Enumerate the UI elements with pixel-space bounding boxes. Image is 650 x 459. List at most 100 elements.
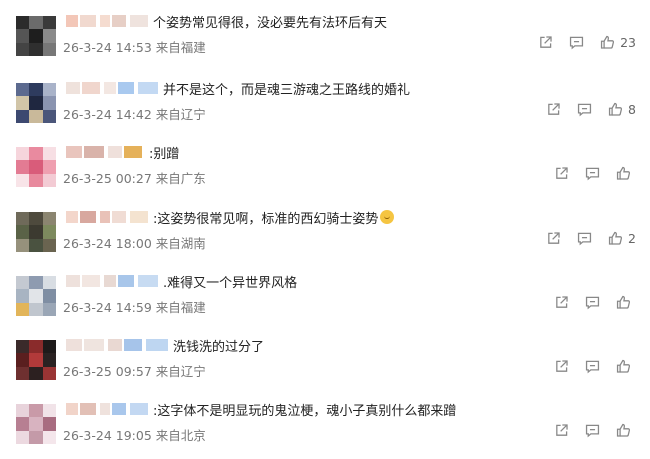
- reply-button[interactable]: [584, 294, 601, 311]
- comment-location: 来自广东: [155, 171, 206, 186]
- comment-time: 26-3-25 09:57: [63, 364, 152, 379]
- reply-icon: [576, 101, 593, 118]
- like-button[interactable]: 23: [599, 34, 636, 51]
- comment-actions: [553, 294, 636, 311]
- reply-button[interactable]: [584, 422, 601, 439]
- comment-text: :这字体不是明显玩的鬼泣梗，魂小子真别什么都来蹭: [153, 403, 457, 419]
- reply-icon: [568, 34, 585, 51]
- share-button[interactable]: [553, 294, 570, 311]
- share-button[interactable]: [545, 230, 562, 247]
- smile-emoji-icon: [380, 210, 395, 224]
- comment-actions: [553, 422, 636, 439]
- comment-time: 26-3-24 14:53: [63, 40, 152, 55]
- comment-item: :别蹭 26-3-25 00:27 来自广东: [0, 135, 650, 199]
- comment-text: :别蹭: [149, 146, 180, 162]
- blurred-username[interactable]: [66, 146, 146, 158]
- blurred-username[interactable]: [66, 211, 150, 223]
- comment-text: 并不是这个，而是魂三游魂之王路线的婚礼: [163, 82, 411, 98]
- share-button[interactable]: [537, 34, 554, 51]
- comment-actions: [553, 165, 636, 182]
- reply-button[interactable]: [576, 230, 593, 247]
- avatar[interactable]: [16, 212, 56, 252]
- share-icon: [545, 230, 562, 247]
- reply-button[interactable]: [584, 358, 601, 375]
- like-button[interactable]: [615, 165, 636, 182]
- share-icon: [537, 34, 554, 51]
- comment-item: .难得又一个异世界风格 26-3-24 14:59 来自福建: [0, 264, 650, 328]
- avatar[interactable]: [16, 16, 56, 56]
- share-button[interactable]: [553, 165, 570, 182]
- blurred-username[interactable]: [66, 275, 160, 287]
- reply-icon: [576, 230, 593, 247]
- comment-item: 个姿势常见得很，没必要先有法环后有天 26-3-24 14:53 来自福建 23: [0, 4, 650, 68]
- comment-meta: 26-3-24 14:59 来自福建: [63, 297, 206, 316]
- comment-text-line: 个姿势常见得很，没必要先有法环后有天: [66, 10, 630, 32]
- comment-item: 并不是这个，而是魂三游魂之王路线的婚礼 26-3-24 14:42 来自辽宁 8: [0, 71, 650, 135]
- like-icon: [607, 230, 624, 247]
- blurred-username[interactable]: [66, 15, 150, 27]
- share-button[interactable]: [553, 422, 570, 439]
- blurred-username[interactable]: [66, 82, 160, 94]
- like-icon: [615, 358, 632, 375]
- like-button[interactable]: 2: [607, 230, 636, 247]
- like-icon: [615, 422, 632, 439]
- comment-meta: 26-3-25 00:27 来自广东: [63, 168, 206, 187]
- share-icon: [553, 358, 570, 375]
- avatar[interactable]: [16, 404, 56, 444]
- like-icon: [615, 165, 632, 182]
- blurred-username[interactable]: [66, 339, 170, 351]
- reply-icon: [584, 165, 601, 182]
- comment-time: 26-3-25 00:27: [63, 171, 152, 186]
- share-icon: [545, 101, 562, 118]
- comment-text-line: :这姿势很常见啊，标准的西幻骑士姿势: [66, 206, 630, 228]
- comment-text: :这姿势很常见啊，标准的西幻骑士姿势: [153, 211, 379, 227]
- comment-meta: 26-3-25 09:57 来自辽宁: [63, 361, 206, 380]
- comment-location: 来自湖南: [155, 236, 206, 251]
- reply-button[interactable]: [576, 101, 593, 118]
- comment-location: 来自辽宁: [155, 107, 206, 122]
- reply-icon: [584, 294, 601, 311]
- comment-text: .难得又一个异世界风格: [163, 275, 298, 291]
- reply-button[interactable]: [584, 165, 601, 182]
- like-button[interactable]: 8: [607, 101, 636, 118]
- comment-time: 26-3-24 14:42: [63, 107, 152, 122]
- comment-text-line: 洗钱洗的过分了: [66, 334, 630, 356]
- comment-meta: 26-3-24 14:42 来自辽宁: [63, 104, 206, 123]
- share-icon: [553, 165, 570, 182]
- comment-location: 来自福建: [155, 40, 206, 55]
- comment-meta: 26-3-24 14:53 来自福建: [63, 37, 206, 56]
- avatar[interactable]: [16, 83, 56, 123]
- blurred-username[interactable]: [66, 403, 150, 415]
- comment-meta: 26-3-24 18:00 来自湖南: [63, 233, 206, 252]
- like-icon: [615, 294, 632, 311]
- avatar[interactable]: [16, 276, 56, 316]
- comment-text-line: 并不是这个，而是魂三游魂之王路线的婚礼: [66, 77, 630, 99]
- comment-time: 26-3-24 18:00: [63, 236, 152, 251]
- share-button[interactable]: [553, 358, 570, 375]
- like-icon: [599, 34, 616, 51]
- avatar[interactable]: [16, 147, 56, 187]
- reply-icon: [584, 422, 601, 439]
- comment-text-line: .难得又一个异世界风格: [66, 270, 630, 292]
- comment-actions: 8: [545, 101, 636, 118]
- comment-time: 26-3-24 14:59: [63, 300, 152, 315]
- comment-location: 来自辽宁: [155, 364, 206, 379]
- like-icon: [607, 101, 624, 118]
- avatar[interactable]: [16, 340, 56, 380]
- like-count: 2: [628, 231, 636, 246]
- like-button[interactable]: [615, 358, 636, 375]
- comment-actions: [553, 358, 636, 375]
- comment-item: :这字体不是明显玩的鬼泣梗，魂小子真别什么都来蹭 26-3-24 19:05 来自…: [0, 392, 650, 456]
- comment-meta: 26-3-24 19:05 来自北京: [63, 425, 206, 444]
- comment-text-line: :别蹭: [66, 141, 630, 163]
- comment-text: 洗钱洗的过分了: [173, 339, 265, 355]
- like-count: 23: [620, 35, 636, 50]
- share-button[interactable]: [545, 101, 562, 118]
- like-button[interactable]: [615, 422, 636, 439]
- like-button[interactable]: [615, 294, 636, 311]
- share-icon: [553, 422, 570, 439]
- reply-button[interactable]: [568, 34, 585, 51]
- comment-time: 26-3-24 19:05: [63, 428, 152, 443]
- comment-location: 来自北京: [155, 428, 206, 443]
- like-count: 8: [628, 102, 636, 117]
